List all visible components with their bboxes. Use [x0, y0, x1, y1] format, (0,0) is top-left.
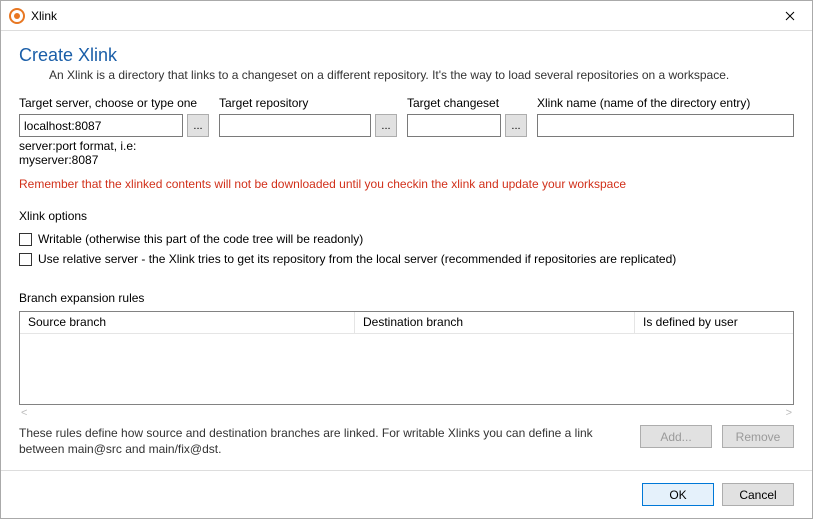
- writable-label: Writable (otherwise this part of the cod…: [38, 232, 363, 246]
- page-title: Create Xlink: [19, 45, 794, 66]
- col-user[interactable]: Is defined by user: [635, 312, 793, 333]
- app-icon: [9, 8, 25, 24]
- scroll-left-icon: <: [21, 407, 27, 419]
- target-server-group: Target server, choose or type one ... se…: [19, 96, 209, 167]
- target-repository-input[interactable]: [219, 114, 371, 137]
- titlebar: Xlink: [1, 1, 812, 31]
- remove-button[interactable]: Remove: [722, 425, 794, 448]
- relative-row[interactable]: Use relative server - the Xlink tries to…: [19, 252, 794, 266]
- warning-text: Remember that the xlinked contents will …: [19, 177, 794, 191]
- cancel-button[interactable]: Cancel: [722, 483, 794, 506]
- xlink-name-input[interactable]: [537, 114, 794, 137]
- add-button[interactable]: Add...: [640, 425, 712, 448]
- xlink-name-group: Xlink name (name of the directory entry): [537, 96, 794, 137]
- target-changeset-group: Target changeset ...: [407, 96, 527, 137]
- writable-row[interactable]: Writable (otherwise this part of the cod…: [19, 232, 794, 246]
- options-title: Xlink options: [19, 209, 794, 223]
- dialog-content: Create Xlink An Xlink is a directory tha…: [1, 31, 812, 470]
- ok-button[interactable]: OK: [642, 483, 714, 506]
- xlink-name-label: Xlink name (name of the directory entry): [537, 96, 794, 110]
- scroll-right-icon: >: [786, 407, 792, 419]
- dialog-footer: OK Cancel: [1, 470, 812, 518]
- rules-title: Branch expansion rules: [19, 291, 794, 305]
- target-repository-group: Target repository ...: [219, 96, 397, 137]
- writable-checkbox[interactable]: [19, 233, 32, 246]
- target-changeset-label: Target changeset: [407, 96, 527, 110]
- target-server-hint: server:port format, i.e: myserver:8087: [19, 139, 209, 167]
- target-changeset-input[interactable]: [407, 114, 501, 137]
- window-title: Xlink: [31, 9, 57, 23]
- rules-table[interactable]: Source branch Destination branch Is defi…: [19, 311, 794, 405]
- target-repository-label: Target repository: [219, 96, 397, 110]
- target-server-browse-button[interactable]: ...: [187, 114, 209, 137]
- target-changeset-browse-button[interactable]: ...: [505, 114, 527, 137]
- target-repository-browse-button[interactable]: ...: [375, 114, 397, 137]
- fields-row: Target server, choose or type one ... se…: [19, 96, 794, 167]
- col-source[interactable]: Source branch: [20, 312, 355, 333]
- rules-footer: These rules define how source and destin…: [19, 425, 794, 457]
- close-button[interactable]: [767, 1, 812, 31]
- rules-area: Branch expansion rules Source branch Des…: [19, 287, 794, 457]
- scroll-indicators: < >: [19, 407, 794, 419]
- relative-label: Use relative server - the Xlink tries to…: [38, 252, 676, 266]
- col-destination[interactable]: Destination branch: [355, 312, 635, 333]
- rules-description: These rules define how source and destin…: [19, 425, 630, 457]
- target-server-input[interactable]: [19, 114, 183, 137]
- page-description: An Xlink is a directory that links to a …: [49, 68, 794, 82]
- rules-table-header: Source branch Destination branch Is defi…: [20, 312, 793, 334]
- relative-checkbox[interactable]: [19, 253, 32, 266]
- target-server-label: Target server, choose or type one: [19, 96, 209, 110]
